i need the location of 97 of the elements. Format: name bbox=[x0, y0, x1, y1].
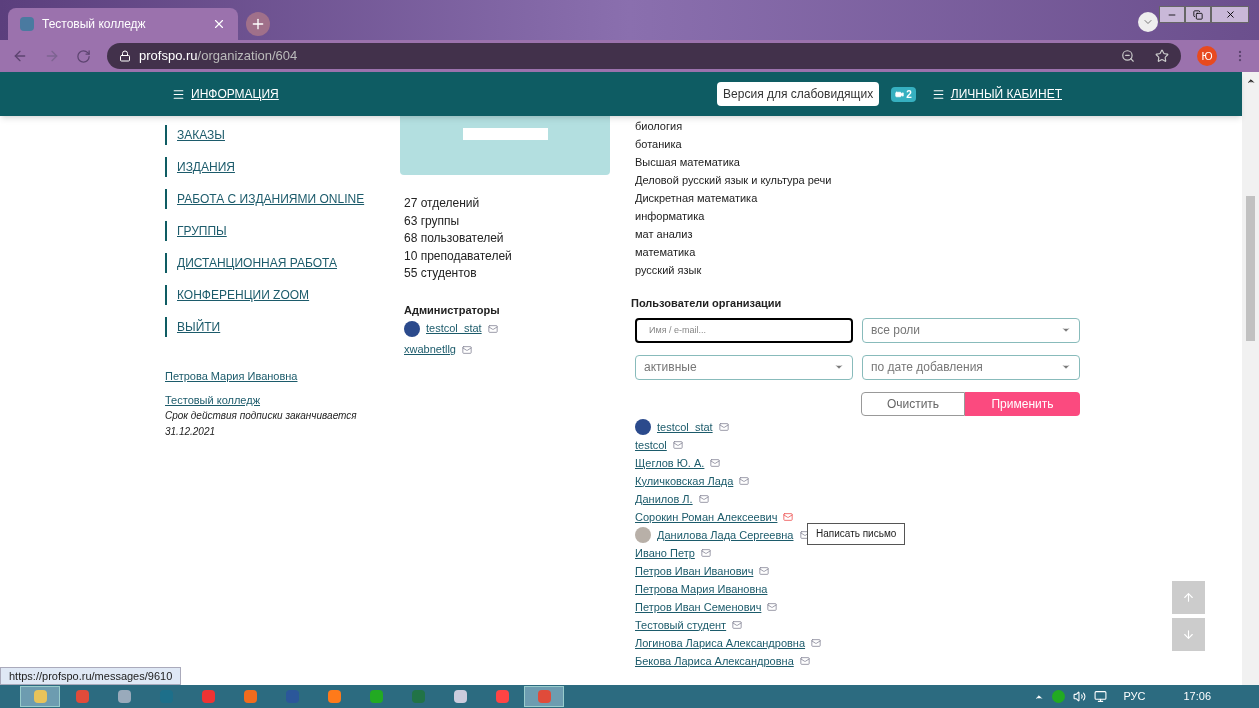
tray-app-icon[interactable] bbox=[1052, 690, 1066, 703]
organization-link[interactable]: Тестовый колледж bbox=[165, 391, 400, 408]
user-link[interactable]: Ивано Петр bbox=[635, 545, 695, 560]
select-field[interactable]: по дате добавления bbox=[862, 354, 1080, 380]
arrow-up-icon bbox=[1182, 591, 1195, 604]
user-link[interactable]: testcol_stat bbox=[657, 419, 713, 434]
taskbar-app[interactable] bbox=[524, 686, 564, 707]
subject-text: ботаника bbox=[635, 137, 683, 152]
taskbar-app[interactable] bbox=[20, 686, 60, 707]
subject-text: мат анализ bbox=[635, 227, 694, 242]
user-link[interactable]: Данилов Л. bbox=[635, 491, 693, 506]
user-avatar bbox=[635, 526, 651, 543]
sidebar-link[interactable]: РАБОТА С ИЗДАНИЯМИ ONLINE bbox=[165, 189, 365, 209]
select-field[interactable]: все роли bbox=[862, 317, 1080, 343]
sidebar-link[interactable]: ЗАКАЗЫ bbox=[165, 125, 225, 145]
lock-icon bbox=[119, 50, 131, 62]
user-link[interactable]: Сорокин Роман Алексеевич bbox=[635, 509, 778, 524]
zoom-icon[interactable] bbox=[1121, 49, 1135, 63]
subject-text: биология bbox=[635, 119, 684, 134]
sidebar-link[interactable]: ИЗДАНИЯ bbox=[165, 157, 235, 177]
admin-link[interactable]: testcol_stat bbox=[426, 320, 482, 337]
sidebar-link[interactable]: КОНФЕРЕНЦИИ ZOOM bbox=[165, 285, 310, 305]
user-link[interactable]: Данилова Лада Сергеевна bbox=[657, 527, 794, 542]
user-link[interactable]: Петров Иван Иванович bbox=[635, 563, 754, 578]
stat-text: 68 пользователей bbox=[404, 230, 505, 247]
scroll-arrow-icon[interactable] bbox=[1245, 76, 1256, 86]
user-link[interactable]: Щеглов Ю. А. bbox=[635, 455, 705, 470]
profile-avatar[interactable]: Ю bbox=[1197, 46, 1217, 66]
reload-icon[interactable] bbox=[76, 48, 91, 64]
stat-text: 10 преподавателей bbox=[404, 247, 513, 265]
user-link[interactable]: Тестовый студент bbox=[635, 617, 727, 632]
sidebar-link[interactable]: ГРУППЫ bbox=[165, 221, 227, 241]
close-icon[interactable] bbox=[212, 17, 226, 31]
scroll-down-button[interactable] bbox=[1172, 618, 1205, 651]
stat-text: 63 группы bbox=[404, 212, 461, 230]
plus-icon bbox=[250, 16, 266, 32]
admins-title: Администраторы bbox=[404, 302, 501, 318]
accessibility-button[interactable]: Версия для слабовидящих bbox=[717, 82, 880, 106]
sidebar-link[interactable]: ВЫЙТИ bbox=[165, 317, 221, 337]
user-link[interactable]: Петрова Мария Ивановна bbox=[635, 581, 768, 596]
forward-icon[interactable] bbox=[44, 48, 60, 64]
user-name-link[interactable]: Петрова Мария Ивановна bbox=[165, 368, 400, 385]
user-link[interactable]: testcol bbox=[635, 437, 667, 452]
caret-icon bbox=[834, 362, 844, 372]
new-tab-button[interactable] bbox=[246, 12, 270, 36]
logo-avatar bbox=[635, 418, 651, 435]
mail-icon[interactable] bbox=[799, 529, 810, 540]
search-field[interactable]: Имя / e-mail... bbox=[635, 317, 853, 343]
scrollbar[interactable] bbox=[1242, 72, 1259, 685]
clear-button[interactable]: Очистить bbox=[861, 391, 965, 416]
user-link[interactable]: Петров Иван Семенович bbox=[635, 599, 762, 614]
subject-text: Дискретная математика bbox=[635, 191, 759, 206]
address-bar[interactable]: profspo.ru/organization/604 bbox=[107, 43, 1181, 69]
menu-icon bbox=[931, 87, 945, 101]
bookmark-icon[interactable] bbox=[1155, 49, 1169, 63]
stat-text: 55 студентов bbox=[404, 265, 478, 282]
tooltip: Написать письмо bbox=[807, 522, 906, 545]
caret-icon bbox=[1061, 362, 1071, 372]
clock[interactable]: 17:06 bbox=[1183, 688, 1211, 705]
subscription-note: Срок действия подписки заканчивается 31.12.2021 bbox=[165, 409, 358, 439]
minimize-button[interactable] bbox=[1159, 6, 1185, 23]
close-button[interactable] bbox=[1211, 6, 1249, 23]
caret-icon bbox=[1061, 325, 1071, 335]
url-text: profspo.ru/organization/604 bbox=[139, 47, 299, 66]
subject-text: Деловой русский язык и культура речи bbox=[635, 173, 833, 188]
volume-icon[interactable] bbox=[1073, 690, 1087, 703]
users-section-title: Пользователи организации bbox=[631, 296, 783, 311]
back-icon[interactable] bbox=[12, 48, 28, 64]
network-icon[interactable] bbox=[1094, 690, 1108, 703]
status-url: https://profspo.ru/messages/9610 bbox=[0, 667, 182, 685]
select-field[interactable]: активные bbox=[635, 354, 853, 380]
stat-text: 27 отделений bbox=[404, 195, 481, 212]
maximize-button[interactable] bbox=[1185, 6, 1211, 23]
scrollbar-thumb[interactable] bbox=[1246, 196, 1255, 341]
subject-text: информатика bbox=[635, 209, 706, 224]
subject-text: математика bbox=[635, 245, 697, 260]
user-link[interactable]: Логинова Лариса Александровна bbox=[635, 635, 806, 650]
menu-icon bbox=[172, 87, 185, 101]
user-link[interactable]: Бекова Лариса Александровна bbox=[635, 653, 794, 668]
tab-title: Тестовый колледж bbox=[42, 16, 147, 33]
arrow-down-icon bbox=[1182, 628, 1195, 641]
account-menu-link[interactable]: ЛИЧНЫЙ КАБИНЕТ bbox=[931, 85, 1062, 103]
subject-text: Высшая математика bbox=[635, 155, 741, 170]
logo-avatar bbox=[404, 320, 420, 337]
camera-icon bbox=[895, 89, 905, 99]
browser-tab[interactable]: Тестовый колледж bbox=[8, 8, 238, 40]
scroll-up-button[interactable] bbox=[1172, 581, 1205, 614]
admin-link[interactable]: xwabnetllg bbox=[404, 341, 456, 358]
close-icon bbox=[1224, 9, 1236, 20]
subject-text: русский язык bbox=[635, 263, 703, 278]
language-indicator[interactable]: РУС bbox=[1123, 688, 1146, 705]
user-link[interactable]: Куличковская Лада bbox=[635, 473, 734, 488]
site-favicon bbox=[20, 17, 34, 31]
sidebar-link[interactable]: ДИСТАНЦИОННАЯ РАБОТА bbox=[165, 253, 337, 273]
profile-menu-button[interactable] bbox=[1138, 12, 1158, 32]
restore-icon bbox=[1193, 9, 1203, 20]
info-menu-link[interactable]: ИНФОРМАЦИЯ bbox=[172, 85, 279, 103]
